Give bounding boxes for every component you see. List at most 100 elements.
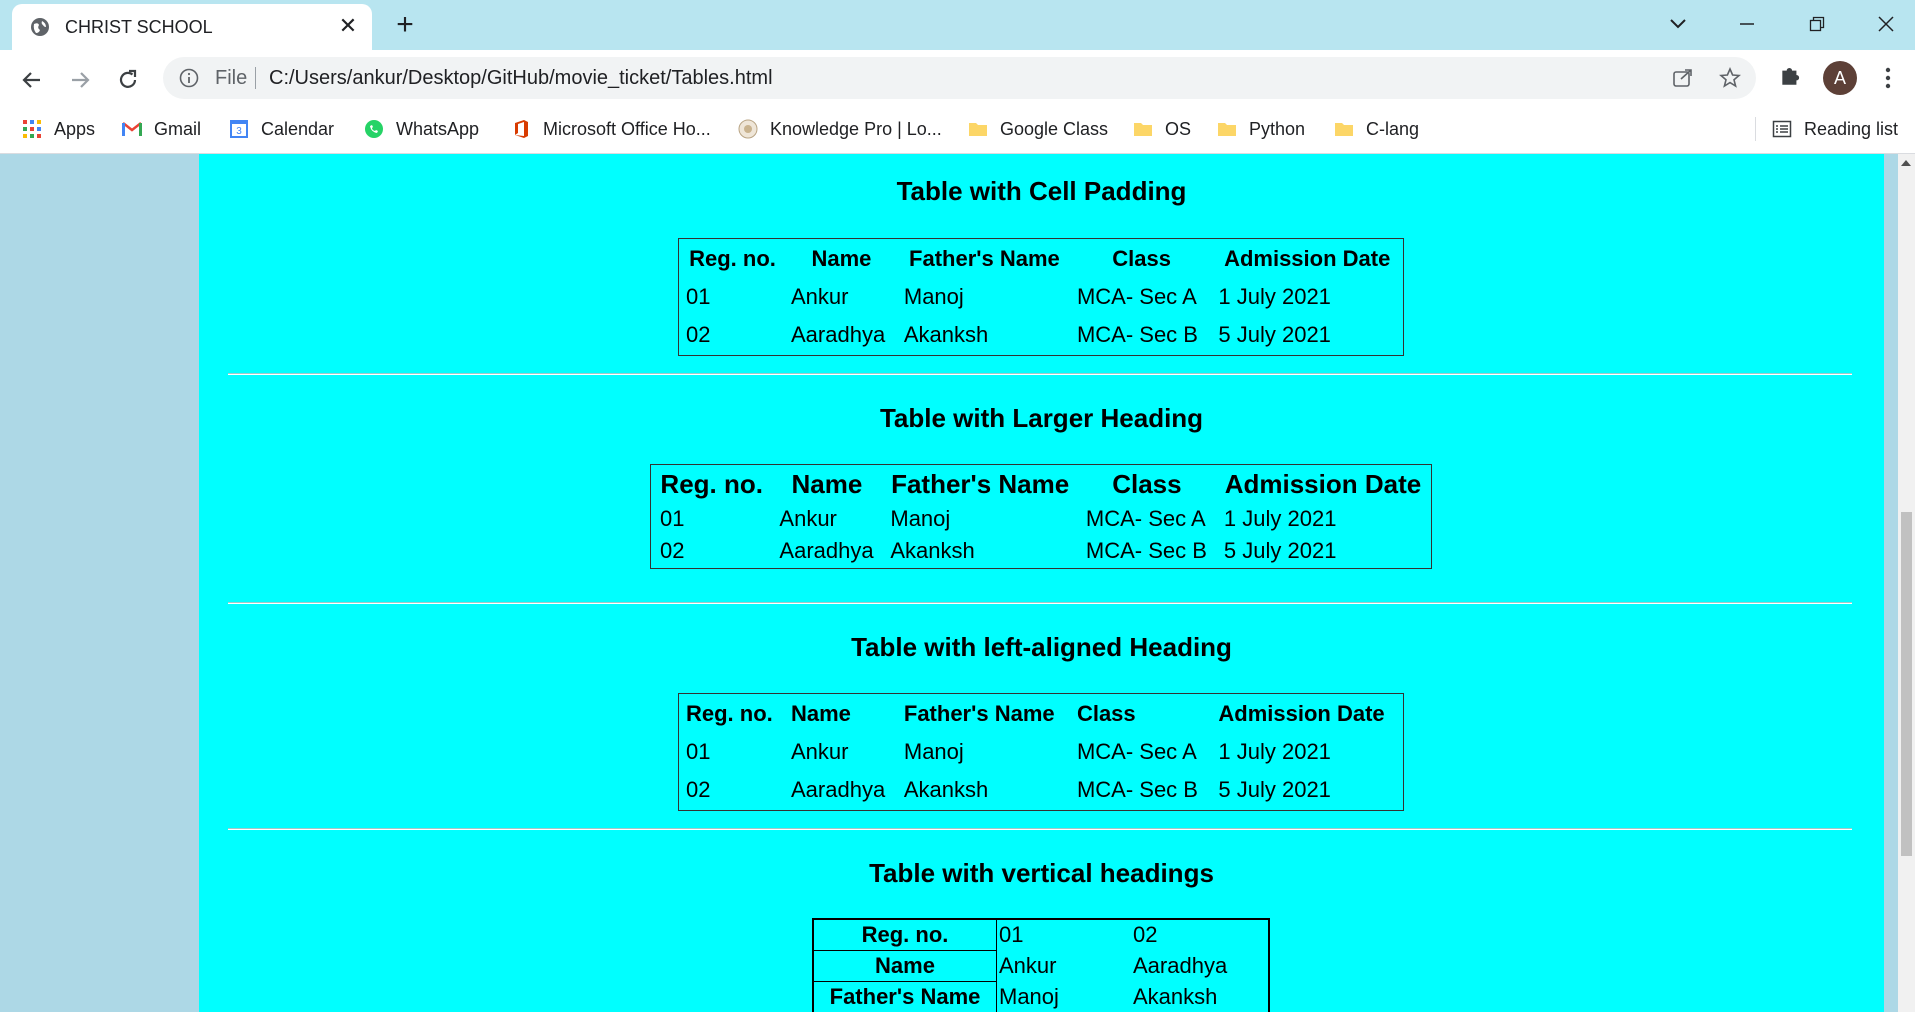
table-cell: MCA- Sec A [1085, 506, 1206, 531]
folder-icon [1218, 123, 1236, 136]
table-cell: 01 [686, 739, 711, 764]
tab-search-chevron-icon[interactable] [1658, 8, 1698, 38]
vertical-scrollbar[interactable] [1898, 154, 1915, 1012]
table-cell: 5 July 2021 [1223, 538, 1337, 563]
office-icon [515, 120, 528, 138]
reading-list-icon [1772, 120, 1792, 138]
profile-avatar[interactable]: A [1823, 61, 1857, 95]
table-cell: 5 July 2021 [1218, 322, 1331, 347]
calendar-icon: 3 [230, 120, 248, 138]
bookmark-gmail[interactable]: Gmail [122, 116, 201, 142]
bookmark-apps[interactable]: Apps [22, 116, 95, 142]
table-row: Father's Name Manoj Akanksh [812, 981, 1269, 1012]
page-content: Table with Cell Padding Reg. no. Name Fa… [199, 154, 1884, 1012]
svg-text:3: 3 [236, 126, 242, 137]
table-cell: Manoj [999, 984, 1059, 1009]
globe-icon [31, 18, 49, 36]
table-vertical-headings: Reg. no. 01 02 Name Ankur Aaradhya Fathe… [812, 918, 1270, 1012]
table-cell: 02 [660, 538, 685, 563]
row-header-cell: Name [812, 950, 997, 982]
gmail-icon [122, 122, 142, 136]
row-header-cell: Father's Name [812, 981, 997, 1012]
bookmark-label: C-lang [1366, 119, 1420, 139]
address-separator [255, 67, 256, 89]
forward-arrow-icon[interactable] [64, 62, 96, 94]
header-cell: Name [811, 246, 872, 271]
close-tab-icon[interactable]: ✕ [334, 12, 362, 40]
table-row: 01 Ankur Manoj MCA- Sec A 1 July 2021 [681, 734, 1401, 770]
bookmark-label: Python [1249, 119, 1306, 139]
bookmark-office[interactable]: Microsoft Office Ho... [511, 116, 711, 142]
table-cell: Aaradhya [1133, 953, 1228, 978]
table-cell: Manoj [903, 284, 964, 309]
horizontal-rule [228, 602, 1852, 604]
bookmarks-divider [1755, 117, 1756, 141]
new-tab-icon[interactable]: + [388, 8, 422, 42]
scroll-up-arrow-icon[interactable] [1901, 160, 1911, 166]
folder-icon [1134, 123, 1152, 136]
header-cell: Father's Name [903, 701, 1055, 726]
table-cell: Ankur [779, 506, 837, 531]
knowledge-pro-icon [738, 119, 758, 139]
table-cell: MCA- Sec B [1076, 777, 1198, 802]
bookmark-label: Google Class [1000, 119, 1109, 139]
table-cell: MCA- Sec B [1085, 538, 1207, 563]
bookmark-label: Apps [54, 119, 96, 139]
address-bar[interactable]: File C:/Users/ankur/Desktop/GitHub/movie… [163, 57, 1756, 99]
scrollbar-thumb[interactable] [1901, 512, 1912, 856]
browser-tab[interactable]: CHRIST SCHOOL ✕ [12, 4, 372, 50]
whatsapp-icon [365, 120, 383, 138]
bookmark-label: Microsoft Office Ho... [543, 119, 711, 139]
table-header-row: Reg. no. Name Father's Name Class Admiss… [653, 467, 1429, 502]
restore-icon[interactable] [1797, 8, 1837, 38]
minimize-icon[interactable] [1727, 8, 1767, 38]
back-arrow-icon[interactable] [16, 62, 48, 94]
bookmark-calendar[interactable]: 3 Calendar [229, 116, 334, 142]
star-bookmark-icon[interactable] [1718, 66, 1742, 90]
header-cell: Father's Name [891, 469, 1070, 499]
reload-icon[interactable] [112, 62, 144, 94]
header-cell: Class [1112, 246, 1172, 271]
table-row: 02 Aaradhya Akanksh MCA- Sec B 5 July 20… [681, 317, 1401, 353]
table-cell: MCA- Sec A [1076, 284, 1197, 309]
table-left-aligned-heading: Reg. no. Name Father's Name Class Admiss… [678, 693, 1404, 811]
bookmark-google-class[interactable]: Google Class [968, 116, 1108, 142]
reading-list-label: Reading list [1804, 119, 1899, 139]
table-row: 02 Aaradhya Akanksh MCA- Sec B 5 July 20… [681, 772, 1401, 808]
apps-grid-icon [23, 120, 41, 138]
table-cell: Akanksh [903, 777, 989, 802]
close-window-icon[interactable] [1866, 8, 1906, 38]
table-row: 01 Ankur Manoj MCA- Sec A 1 July 2021 [681, 279, 1401, 315]
table-cell: Ankur [791, 739, 849, 764]
bookmark-python[interactable]: Python [1217, 116, 1305, 142]
menu-kebab-icon[interactable] [1878, 62, 1898, 92]
table-cell: 02 [1133, 922, 1158, 948]
bookmark-os[interactable]: OS [1133, 116, 1191, 142]
table-cell: Akanksh [1133, 984, 1218, 1009]
header-cell: Reg. no. [660, 469, 763, 499]
extensions-puzzle-icon[interactable] [1778, 62, 1804, 88]
url-text[interactable]: C:/Users/ankur/Desktop/GitHub/movie_tick… [269, 67, 773, 90]
table-cell: 1 July 2021 [1223, 506, 1337, 531]
table-larger-heading: Reg. no. Name Father's Name Class Admiss… [650, 464, 1432, 569]
reading-list-button[interactable]: Reading list [1772, 116, 1898, 142]
table-row: Name Ankur Aaradhya [812, 950, 1269, 982]
header-cell: Class [1112, 469, 1182, 499]
table-cell: Manoj [903, 739, 964, 764]
bookmark-whatsapp[interactable]: WhatsApp [364, 116, 479, 142]
bookmark-label: WhatsApp [396, 119, 480, 139]
page-viewport: Table with Cell Padding Reg. no. Name Fa… [0, 154, 1898, 1012]
table-cell: 02 [686, 777, 711, 802]
bookmark-c-lang[interactable]: C-lang [1334, 116, 1419, 142]
table-cell: Akanksh [890, 538, 975, 563]
table-cell-padding: Reg. no. Name Father's Name Class Admiss… [678, 238, 1404, 356]
bookmark-label: Knowledge Pro | Lo... [770, 119, 942, 139]
folder-icon [1335, 123, 1353, 136]
tab-bar: CHRIST SCHOOL ✕ + [0, 0, 1915, 50]
bookmark-knowledge-pro[interactable]: Knowledge Pro | Lo... [738, 116, 942, 142]
header-cell: Admission Date [1224, 469, 1422, 499]
info-icon[interactable] [179, 68, 199, 88]
folder-icon [969, 123, 987, 136]
table-cell: 01 [999, 922, 1024, 948]
share-icon[interactable] [1671, 66, 1695, 90]
